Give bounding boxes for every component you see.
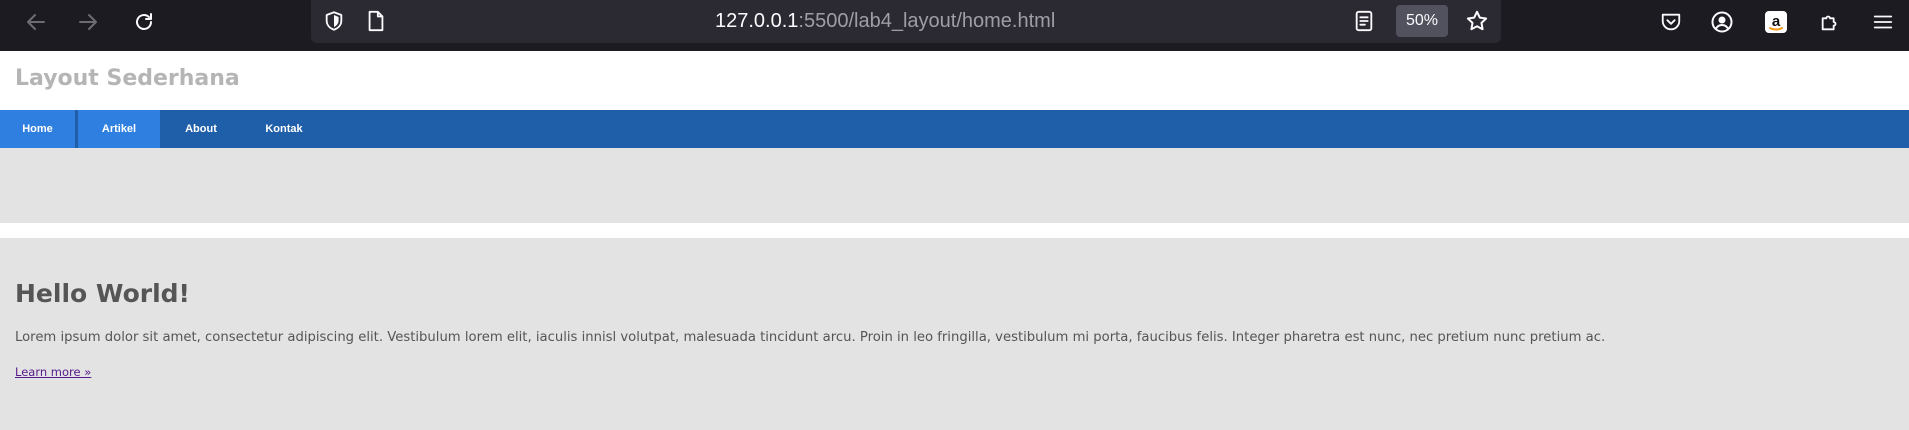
hero-banner xyxy=(0,148,1909,223)
page-info-button[interactable] xyxy=(363,8,389,34)
zoom-level-button[interactable]: 50% xyxy=(1396,5,1448,37)
hamburger-menu-icon xyxy=(1873,15,1893,29)
nav-item-artikel[interactable]: Artikel xyxy=(78,110,160,148)
reader-view-icon xyxy=(1355,10,1373,32)
forward-button[interactable] xyxy=(72,6,104,38)
bookmark-button[interactable] xyxy=(1464,8,1490,34)
svg-text:a: a xyxy=(1772,13,1781,30)
tracking-protection-button[interactable] xyxy=(321,8,347,34)
learn-more-link[interactable]: Learn more » xyxy=(15,365,91,379)
content-paragraph: Lorem ipsum dolor sit amet, consectetur … xyxy=(15,330,1606,345)
pocket-icon xyxy=(1661,13,1681,31)
nav-item-about[interactable]: About xyxy=(160,110,242,148)
app-menu-button[interactable] xyxy=(1868,7,1898,37)
content-heading: Hello World! xyxy=(15,279,190,308)
nav-item-home[interactable]: Home xyxy=(0,110,75,148)
main-nav: Home Artikel About Kontak xyxy=(0,110,1909,148)
nav-item-kontak[interactable]: Kontak xyxy=(242,110,326,148)
amazon-extension-button[interactable]: a xyxy=(1761,7,1791,37)
reload-icon xyxy=(136,13,152,30)
pocket-button[interactable] xyxy=(1656,7,1686,37)
site-title: Layout Sederhana xyxy=(15,66,240,91)
main-content: Hello World! Lorem ipsum dolor sit amet,… xyxy=(0,238,1909,430)
site-header: Layout Sederhana xyxy=(0,51,1909,110)
url-path: :5500/lab4_layout/home.html xyxy=(798,10,1056,32)
account-icon xyxy=(1711,11,1733,33)
address-bar[interactable]: 127.0.0.1:5500/lab4_layout/home.html 50% xyxy=(311,0,1501,43)
arrow-left-icon xyxy=(27,14,45,30)
page-icon xyxy=(368,10,384,32)
puzzle-icon xyxy=(1821,15,1837,31)
amazon-icon: a xyxy=(1765,11,1787,33)
url-text[interactable]: 127.0.0.1:5500/lab4_layout/home.html xyxy=(715,8,1055,34)
browser-toolbar: 127.0.0.1:5500/lab4_layout/home.html 50% xyxy=(0,0,1909,51)
arrow-right-icon xyxy=(79,14,97,30)
star-icon xyxy=(1466,10,1488,31)
shield-icon xyxy=(325,11,343,31)
reload-button[interactable] xyxy=(128,6,160,38)
extensions-button[interactable] xyxy=(1815,7,1845,37)
section-divider xyxy=(0,223,1909,238)
url-host: 127.0.0.1 xyxy=(715,10,799,32)
reader-view-button[interactable] xyxy=(1351,8,1377,34)
account-button[interactable] xyxy=(1707,7,1737,37)
back-button[interactable] xyxy=(20,6,52,38)
